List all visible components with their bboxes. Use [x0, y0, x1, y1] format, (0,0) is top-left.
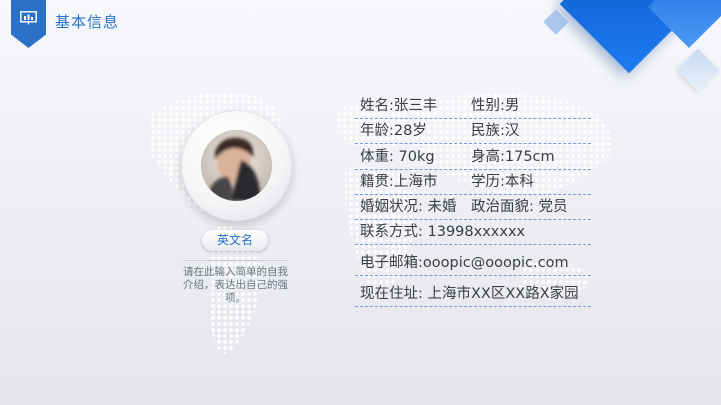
info-row: 现在住址: 上海市XX区XX路X家园: [355, 276, 591, 308]
info-weight: 体重: 70kg: [360, 148, 435, 165]
info-row: 联系方式: 13998xxxxxx: [355, 220, 591, 246]
info-gender: 性别:男: [471, 98, 520, 115]
info-age: 年龄:28岁: [360, 123, 427, 140]
info-education: 学历:本科: [471, 173, 534, 190]
info-height: 身高:175cm: [471, 148, 555, 165]
header-badge: [11, 0, 46, 48]
decor-cube-light: [676, 48, 720, 92]
avatar-photo-image: [201, 130, 272, 201]
intro-divider: [183, 260, 288, 261]
avatar: [201, 130, 272, 201]
info-address: 现在住址: 上海市XX区XX路X家园: [360, 286, 579, 303]
page-title: 基本信息: [55, 13, 120, 31]
info-row: 年龄:28岁 民族:汉: [355, 119, 591, 145]
avatar-frame: [181, 110, 292, 221]
english-name-button[interactable]: 英文名: [202, 230, 268, 251]
decor-cube-small: [543, 9, 569, 35]
info-row: 电子邮箱:ooopic@ooopic.com: [355, 245, 591, 277]
info-hometown: 籍贯:上海市: [360, 173, 438, 190]
presentation-chart-icon: [20, 11, 37, 25]
info-name: 姓名:张三丰: [360, 98, 438, 115]
self-intro-text: 请在此输入简单的自我介绍，表达出自己的强项。: [183, 266, 288, 304]
slide: 基本信息 英文名 请在此输入简单的自我介绍，表达出自己的强项。 姓名:张三丰 性…: [0, 0, 721, 405]
info-row: 体重: 70kg 身高:175cm: [355, 144, 591, 170]
info-ethnicity: 民族:汉: [471, 123, 520, 140]
info-row: 姓名:张三丰 性别:男: [355, 94, 591, 120]
info-marital-status: 婚姻状况: 未婚: [360, 198, 457, 215]
info-political-status: 政治面貌: 党员: [471, 198, 568, 215]
info-phone: 联系方式: 13998xxxxxx: [360, 224, 526, 241]
info-email: 电子邮箱:ooopic@ooopic.com: [360, 255, 569, 272]
info-row: 籍贯:上海市 学历:本科: [355, 170, 591, 195]
info-list: 姓名:张三丰 性别:男 年龄:28岁 民族:汉 体重: 70kg 身高:175c…: [355, 94, 591, 308]
info-row: 婚姻状况: 未婚 政治面貌: 党员: [355, 195, 591, 220]
